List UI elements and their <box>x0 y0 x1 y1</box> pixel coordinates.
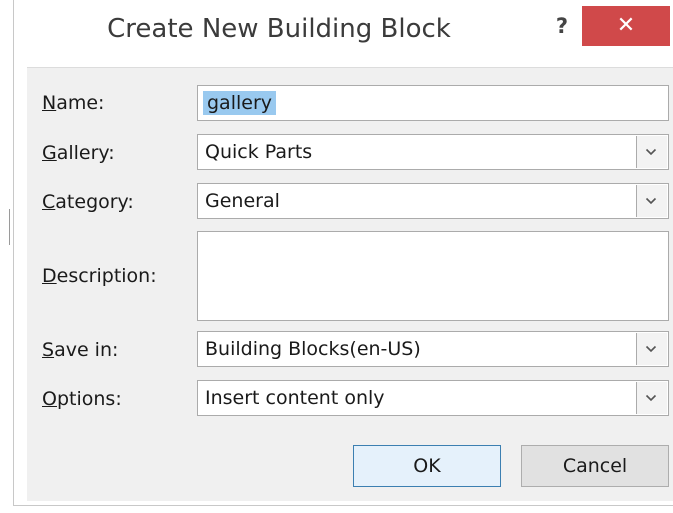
name-input-value: gallery <box>203 91 277 115</box>
ok-button[interactable]: OK <box>353 445 501 487</box>
description-label: Description: <box>42 265 157 287</box>
save-in-label-text: ave in: <box>54 339 119 361</box>
description-label-text: escription: <box>56 265 157 287</box>
description-textarea[interactable] <box>197 231 669 321</box>
close-icon: ✕ <box>616 13 636 38</box>
category-label: Category: <box>42 191 134 213</box>
save-in-label-accesskey: S <box>42 339 55 361</box>
save-in-label: Save in: <box>42 339 118 361</box>
name-label: Name: <box>42 92 104 114</box>
options-dropdown-button[interactable] <box>636 382 667 414</box>
gallery-label-accesskey: G <box>42 142 57 164</box>
dialog-body: Name: gallery Gallery: Quick Parts Categ… <box>27 67 673 501</box>
background-window-edge <box>9 209 10 245</box>
chevron-down-icon <box>645 394 657 402</box>
help-icon: ? <box>555 14 569 38</box>
category-label-accesskey: C <box>42 191 56 213</box>
chevron-down-icon <box>645 345 657 353</box>
gallery-select-value: Quick Parts <box>205 141 313 163</box>
create-building-block-dialog: Create New Building Block ? ✕ Name: gall… <box>13 0 673 506</box>
options-label: Options: <box>42 388 122 410</box>
gallery-label-text: allery: <box>56 142 115 164</box>
options-label-accesskey: O <box>42 388 57 410</box>
save-in-select[interactable]: Building Blocks(en-US) <box>197 331 669 367</box>
category-select-value: General <box>205 190 280 212</box>
close-button[interactable]: ✕ <box>582 6 670 46</box>
gallery-label: Gallery: <box>42 142 115 164</box>
category-dropdown-button[interactable] <box>636 185 667 217</box>
category-select[interactable]: General <box>197 183 669 219</box>
cancel-button[interactable]: Cancel <box>521 445 669 487</box>
chevron-down-icon <box>645 148 657 156</box>
options-select-value: Insert content only <box>205 387 385 409</box>
category-label-text: ategory: <box>55 191 134 213</box>
name-label-accesskey: N <box>42 92 57 114</box>
gallery-select[interactable]: Quick Parts <box>197 134 669 170</box>
chevron-down-icon <box>645 197 657 205</box>
help-button[interactable]: ? <box>547 12 577 40</box>
options-select[interactable]: Insert content only <box>197 380 669 416</box>
save-in-dropdown-button[interactable] <box>636 333 667 365</box>
save-in-select-value: Building Blocks(en-US) <box>205 338 421 360</box>
name-label-text: ame: <box>56 92 105 114</box>
name-input[interactable]: gallery <box>197 85 669 121</box>
gallery-dropdown-button[interactable] <box>636 136 667 168</box>
options-label-text: ptions: <box>56 388 122 410</box>
description-label-accesskey: D <box>42 265 57 287</box>
dialog-title: Create New Building Block <box>107 14 451 44</box>
